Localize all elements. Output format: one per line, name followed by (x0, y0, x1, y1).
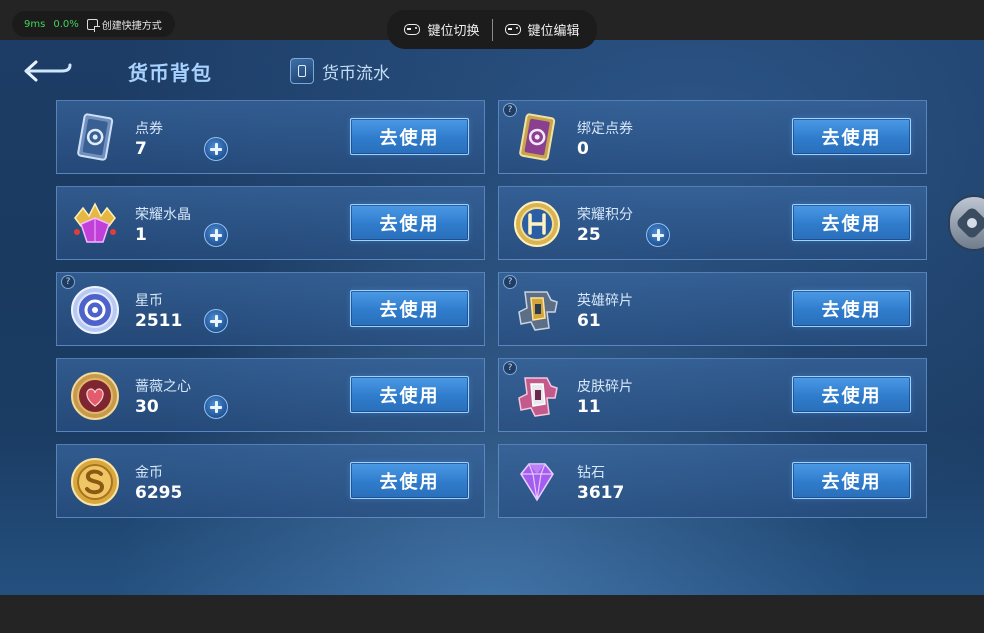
use-glory-crystal-button[interactable]: 去使用 (350, 204, 469, 241)
currency-value: 30 (135, 397, 159, 417)
add-coupon-button[interactable] (204, 137, 228, 161)
currency-name: 英雄碎片 (577, 293, 633, 309)
currency-value: 0 (577, 139, 589, 159)
key-switch-label: 键位切换 (427, 24, 480, 39)
currency-name: 金币 (135, 465, 163, 481)
cpu-readout: 0.0% (53, 18, 79, 30)
currency-value: 61 (577, 311, 601, 331)
currency-value: 7 (135, 139, 147, 159)
emulator-window: 货币背包 货币流水 点券 7 去使用 ? 绑定点券 0 去使用 荣耀水晶 1 去… (0, 0, 984, 633)
currency-value: 6295 (135, 483, 183, 503)
rose-heart-icon (71, 372, 119, 420)
hero-fragment-icon (518, 291, 558, 331)
performance-overlay: 9ms 0.0% 创建快捷方式 (12, 11, 175, 37)
currency-name: 荣耀水晶 (135, 207, 191, 223)
currency-card-hero-fragment: ? 英雄碎片 61 去使用 (498, 272, 927, 346)
add-glory-crystal-button[interactable] (204, 223, 228, 247)
add-rose-heart-button[interactable] (204, 395, 228, 419)
star-coin-icon (71, 286, 119, 334)
use-bound-coupon-button[interactable]: 去使用 (792, 118, 911, 155)
use-hero-fragment-button[interactable]: 去使用 (792, 290, 911, 327)
key-switch-button[interactable]: 键位切换 (392, 20, 491, 39)
currency-name: 点券 (135, 121, 163, 137)
use-rose-heart-button[interactable]: 去使用 (350, 376, 469, 413)
key-edit-label: 键位编辑 (527, 24, 580, 39)
glory-crystal-icon (74, 202, 116, 243)
currency-name: 皮肤碎片 (577, 379, 633, 395)
currency-value: 11 (577, 397, 601, 417)
currency-flow-icon (290, 58, 314, 84)
currency-name: 绑定点券 (577, 121, 633, 137)
gamepad-icon (504, 24, 521, 35)
latency-readout: 9ms (24, 18, 46, 30)
currency-backpack-screen: 货币背包 货币流水 点券 7 去使用 ? 绑定点券 0 去使用 荣耀水晶 1 去… (0, 40, 984, 595)
use-gold-coin-button[interactable]: 去使用 (350, 462, 469, 499)
skin-fragment-icon (518, 377, 558, 417)
create-shortcut-label: 创建快捷方式 (101, 20, 162, 32)
use-glory-points-button[interactable]: 去使用 (792, 204, 911, 241)
bottom-bar (0, 595, 984, 633)
shortcut-icon (86, 18, 100, 32)
currency-card-gold-coin: 金币 6295 去使用 (56, 444, 485, 518)
currency-card-skin-fragment: ? 皮肤碎片 11 去使用 (498, 358, 927, 432)
glory-points-icon (514, 201, 560, 247)
use-star-coin-button[interactable]: 去使用 (350, 290, 469, 327)
currency-value: 1 (135, 225, 147, 245)
currency-card-rose-heart: 蔷薇之心 30 去使用 (56, 358, 485, 432)
add-glory-points-button[interactable] (646, 223, 670, 247)
page-title: 货币背包 (128, 61, 212, 85)
keymap-toolbar: 键位切换 键位编辑 (387, 10, 597, 49)
use-diamond-button[interactable]: 去使用 (792, 462, 911, 499)
create-shortcut-button[interactable]: 创建快捷方式 (86, 17, 162, 32)
currency-name: 荣耀积分 (577, 207, 633, 223)
currency-card-glory-points: 荣耀积分 25 去使用 (498, 186, 927, 260)
tab-currency-flow-label: 货币流水 (322, 63, 390, 84)
coupon-card-icon (77, 113, 114, 161)
currency-value: 25 (577, 225, 601, 245)
currency-card-coupon: 点券 7 去使用 (56, 100, 485, 174)
bound-coupon-card-icon (519, 113, 556, 161)
use-skin-fragment-button[interactable]: 去使用 (792, 376, 911, 413)
diamond-icon (520, 463, 554, 502)
tab-currency-flow[interactable]: 货币流水 (290, 58, 390, 84)
gold-coin-icon (71, 458, 119, 506)
currency-card-bound-coupon: ? 绑定点券 0 去使用 (498, 100, 927, 174)
currency-name: 钻石 (577, 465, 605, 481)
currency-card-diamond: 钻石 3617 去使用 (498, 444, 927, 518)
side-settings-gear-icon[interactable] (948, 195, 984, 251)
key-edit-button[interactable]: 键位编辑 (493, 20, 592, 39)
currency-name: 星币 (135, 293, 163, 309)
currency-card-star-coin: ? 星币 2511 去使用 (56, 272, 485, 346)
gamepad-icon (404, 24, 421, 35)
back-arrow-icon[interactable] (22, 58, 74, 84)
currency-name: 蔷薇之心 (135, 379, 191, 395)
add-star-coin-button[interactable] (204, 309, 228, 333)
use-coupon-button[interactable]: 去使用 (350, 118, 469, 155)
currency-value: 2511 (135, 311, 183, 331)
currency-value: 3617 (577, 483, 625, 503)
currency-card-glory-crystal: 荣耀水晶 1 去使用 (56, 186, 485, 260)
